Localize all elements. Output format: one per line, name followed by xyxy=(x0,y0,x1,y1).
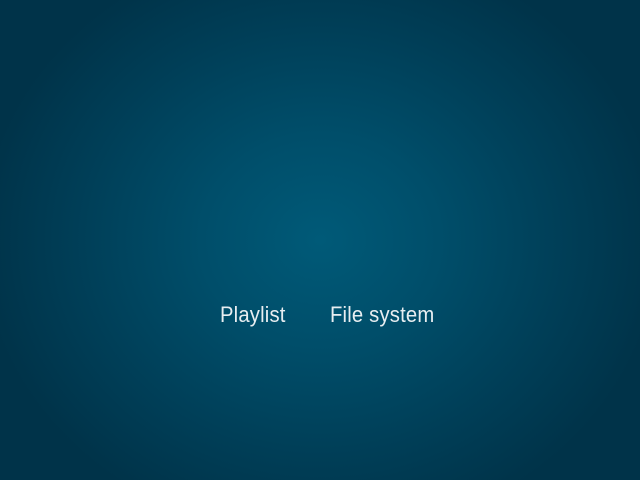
menu-item-playlist[interactable]: Playlist xyxy=(220,300,286,330)
menu-item-file-system[interactable]: File system xyxy=(330,300,434,330)
app-background: Playlist File system xyxy=(0,0,640,480)
main-menu: Playlist File system xyxy=(0,300,640,330)
